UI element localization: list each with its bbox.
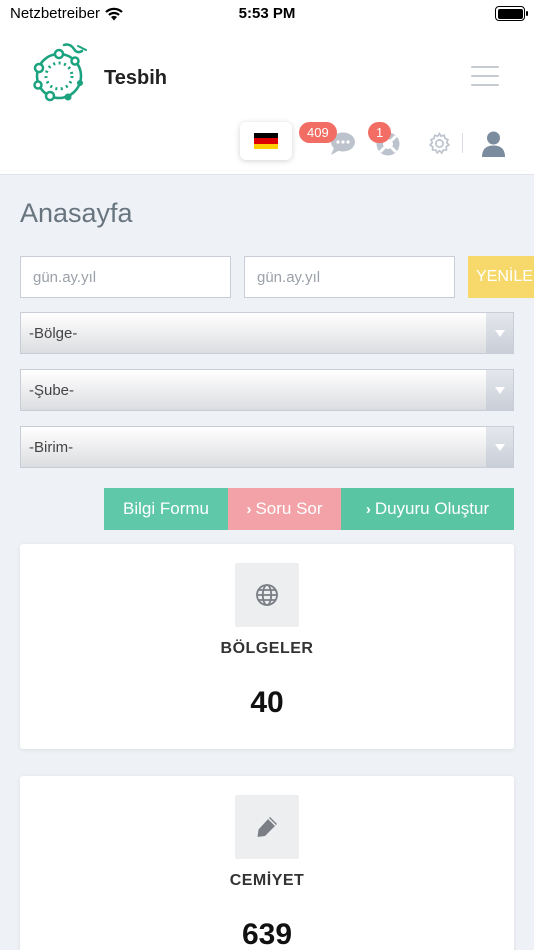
ask-question-label: Soru Sor [255, 499, 323, 518]
messages-count-badge: 409 [299, 122, 337, 143]
tesbih-logo-icon [33, 43, 87, 102]
chevron-down-icon [486, 427, 513, 467]
ask-question-button[interactable]: › Soru Sor [228, 488, 341, 530]
user-icon [482, 131, 505, 157]
notifications-count-badge: 1 [368, 122, 392, 143]
region-select-value: -Bölge- [29, 325, 78, 342]
brand-name: Tesbih [104, 67, 167, 89]
chevron-down-icon [486, 370, 513, 410]
refresh-button[interactable]: YENİLE [468, 256, 534, 298]
region-select[interactable]: -Bölge- [20, 312, 514, 354]
start-date-input[interactable] [20, 256, 231, 298]
gear-icon [428, 132, 451, 155]
branch-select[interactable]: -Şube- [20, 369, 514, 411]
page-title: Anasayfa [20, 198, 133, 228]
app-header: Tesbih 409 1 [0, 30, 534, 175]
globe-icon [256, 584, 278, 606]
card-icon-box [235, 795, 299, 859]
branch-select-value: -Şube- [29, 382, 75, 399]
pencil-icon [257, 817, 277, 837]
language-selector-button[interactable] [240, 122, 292, 160]
status-time: 5:53 PM [238, 5, 296, 22]
battery-icon [495, 6, 528, 21]
card-value: 639 [241, 918, 293, 950]
chevron-right-icon: › [246, 500, 252, 518]
card-label: BÖLGELER [220, 640, 314, 657]
info-form-label: Bilgi Formu [123, 499, 209, 518]
regions-card[interactable]: BÖLGELER 40 [20, 544, 514, 749]
menu-toggle-button[interactable] [471, 66, 499, 86]
settings-button[interactable] [427, 131, 452, 156]
chevron-right-icon: › [365, 500, 371, 518]
chevron-down-icon [486, 313, 513, 353]
end-date-input[interactable] [244, 256, 455, 298]
associations-card[interactable]: CEMİYET 639 [20, 776, 514, 950]
hamburger-icon [471, 66, 499, 68]
info-form-button[interactable]: Bilgi Formu [104, 488, 228, 530]
create-announcement-label: Duyuru Oluştur [374, 499, 490, 518]
german-flag-icon [254, 133, 278, 149]
header-divider [462, 133, 463, 153]
profile-button[interactable] [481, 130, 506, 158]
card-icon-box [235, 563, 299, 627]
unit-select[interactable]: -Birim- [20, 426, 514, 468]
card-label: CEMİYET [229, 872, 305, 889]
create-announcement-button[interactable]: › Duyuru Oluştur [341, 488, 514, 530]
status-bar: Netzbetreiber 5:53 PM [0, 0, 534, 30]
unit-select-value: -Birim- [29, 439, 74, 456]
card-value: 40 [250, 686, 284, 719]
